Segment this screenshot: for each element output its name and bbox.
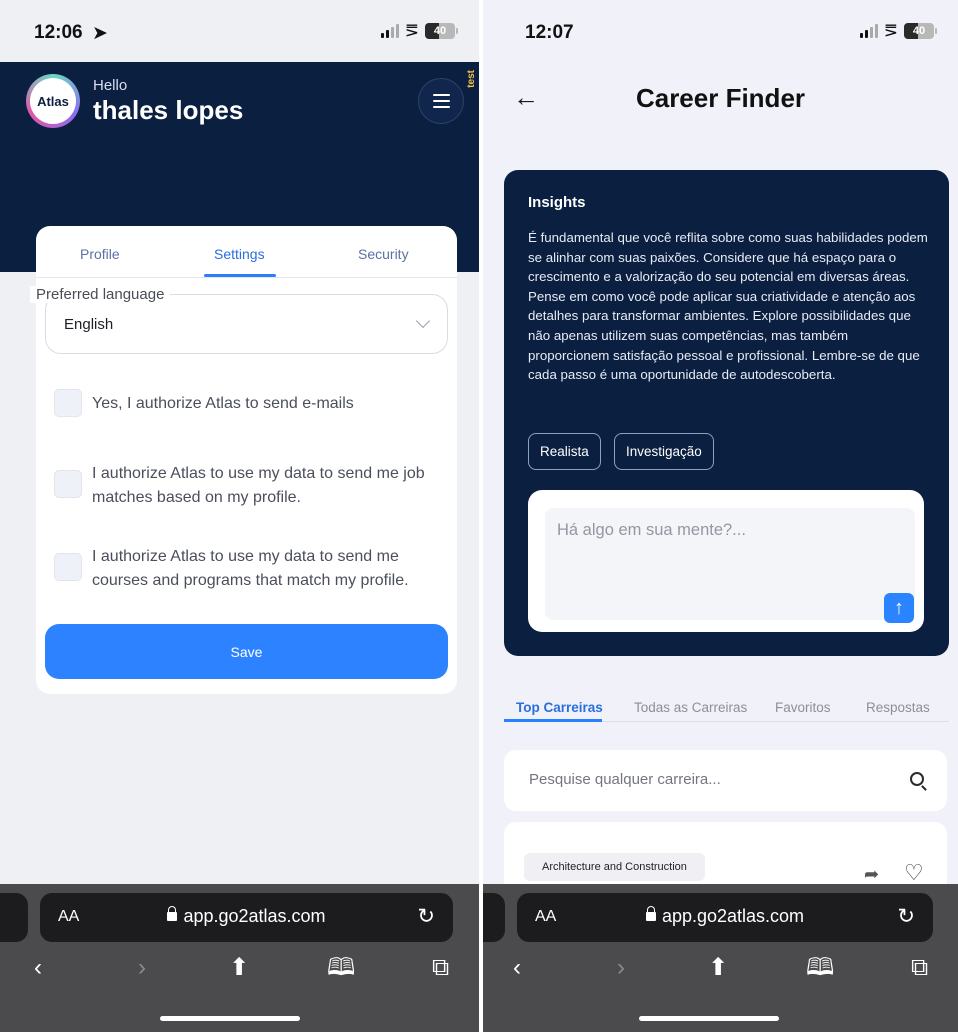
status-time: 12:07 (525, 22, 574, 43)
menu-icon (432, 94, 450, 96)
send-button[interactable]: ↑ (884, 593, 914, 623)
home-indicator (639, 1016, 779, 1021)
browser-toolbar: AA app.go2atlas.com ↻ ‹ › ⬆ 🕮 ⧉ (483, 884, 958, 1032)
battery-icon: 40 (904, 22, 937, 39)
job-matches-consent-checkbox[interactable] (54, 470, 82, 498)
search-placeholder: Pesquise qualquer carreira... (529, 771, 721, 788)
status-bar: 12:06 ➤ ⪚ 40 (0, 0, 479, 62)
tab-favoritos[interactable]: Favoritos (775, 700, 831, 715)
save-button[interactable]: Save (45, 624, 448, 679)
chip-realista[interactable]: Realista (528, 433, 601, 470)
share-icon[interactable]: ➦ (864, 864, 879, 885)
forward-icon[interactable]: › (138, 956, 146, 980)
tab-top-carreiras[interactable]: Top Carreiras (516, 700, 603, 715)
signal-icon (859, 23, 878, 38)
lock-icon (167, 906, 178, 921)
tab-respostas[interactable]: Respostas (866, 700, 930, 715)
insights-panel: Insights É fundamental que você reflita … (504, 170, 949, 656)
wifi-icon: ⪚ (404, 21, 419, 40)
tab-security[interactable]: Security (358, 246, 409, 262)
tab-profile[interactable]: Profile (80, 246, 120, 262)
url-text: app.go2atlas.com (183, 906, 326, 926)
page-title: Career Finder (635, 83, 806, 113)
env-tag: test (466, 70, 477, 88)
active-tab-indicator (504, 719, 602, 722)
career-search-input[interactable]: Pesquise qualquer carreira... (504, 750, 947, 811)
tab-todas-carreiras[interactable]: Todas as Carreiras (634, 700, 747, 715)
share-icon[interactable]: ⬆ (229, 956, 249, 980)
status-bar: 12:07 ⪚ 40 (483, 0, 958, 62)
chat-placeholder: Há algo em sua mente?... (557, 521, 746, 539)
previous-tab-peek[interactable] (483, 893, 505, 942)
left-screen: 12:06 ➤ ⪚ 40 Atlas Hello thales lopes te… (0, 0, 479, 1032)
insights-text: É fundamental que você reflita sobre com… (528, 230, 928, 383)
previous-tab-peek[interactable] (0, 893, 28, 942)
tabs-icon[interactable]: ⧉ (911, 956, 928, 980)
reload-icon[interactable]: ↻ (897, 904, 915, 929)
insights-title: Insights (528, 194, 586, 211)
language-value[interactable]: English (64, 316, 113, 333)
job-matches-consent-label: I authorize Atlas to use my data to send… (92, 465, 425, 506)
user-name: thales lopes (93, 95, 244, 125)
back-icon[interactable]: ‹ (34, 956, 42, 980)
search-icon[interactable] (910, 772, 924, 786)
right-screen: 12:07 ⪚ 40 ← Career Finder Insights É fu… (483, 0, 958, 1032)
arrow-up-icon: ↑ (894, 596, 904, 619)
heart-icon[interactable]: ♡ (904, 860, 924, 886)
atlas-logo: Atlas (26, 74, 80, 128)
tabs-icon[interactable]: ⧉ (432, 956, 449, 980)
active-tab-indicator (204, 274, 276, 277)
hamburger-menu-button[interactable] (418, 78, 464, 124)
status-time: 12:06 (34, 22, 83, 43)
career-category-tag: Architecture and Construction (524, 853, 705, 881)
courses-consent-label: I authorize Atlas to use my data to send… (92, 548, 409, 589)
address-bar[interactable]: AA app.go2atlas.com ↻ (40, 893, 453, 942)
signal-icon (380, 23, 399, 38)
language-label: Preferred language (30, 286, 171, 303)
reload-icon[interactable]: ↻ (417, 904, 435, 929)
home-indicator (160, 1016, 300, 1021)
back-icon[interactable]: ‹ (513, 956, 521, 980)
email-consent-label: Yes, I authorize Atlas to send e-mails (92, 395, 354, 412)
settings-tabs: Profile Settings Security (36, 226, 457, 278)
location-arrow-icon: ➤ (92, 23, 108, 44)
address-bar[interactable]: AA app.go2atlas.com ↻ (517, 893, 933, 942)
bookmarks-icon[interactable]: 🕮 (327, 956, 355, 980)
share-icon[interactable]: ⬆ (708, 956, 728, 980)
email-consent-checkbox[interactable] (54, 389, 82, 417)
chip-investigacao[interactable]: Investigação (614, 433, 714, 470)
greeting-text: Hello (93, 77, 128, 94)
tab-settings[interactable]: Settings (214, 246, 265, 262)
bookmarks-icon[interactable]: 🕮 (806, 956, 834, 980)
url-text: app.go2atlas.com (661, 906, 805, 926)
lock-icon (645, 906, 656, 921)
chat-box: Há algo em sua mente?... ↑ (528, 490, 924, 632)
forward-icon[interactable]: › (617, 956, 625, 980)
battery-icon: 40 (425, 22, 458, 39)
browser-toolbar: AA app.go2atlas.com ↻ ‹ › ⬆ 🕮 ⧉ (0, 884, 479, 1032)
wifi-icon: ⪚ (883, 21, 898, 40)
career-tabs: Top Carreiras Todas as Carreiras Favorit… (504, 690, 949, 722)
courses-consent-checkbox[interactable] (54, 553, 82, 581)
